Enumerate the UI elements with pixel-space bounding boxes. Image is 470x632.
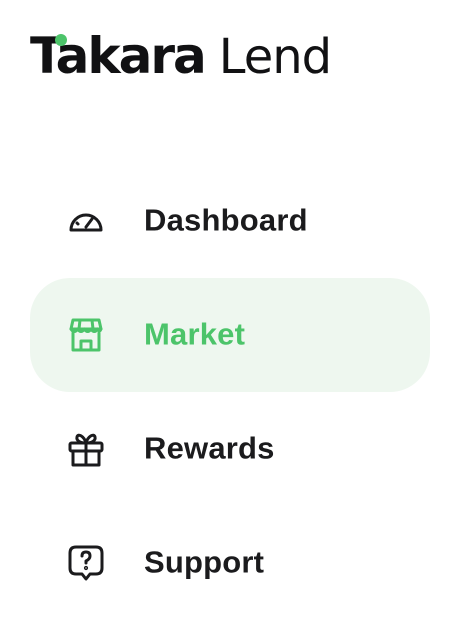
- brand-name: Takara: [30, 27, 207, 85]
- storefront-icon: [66, 315, 106, 355]
- nav-label-support: Support: [144, 544, 265, 580]
- brand-accent-dot: [55, 34, 67, 46]
- nav-item-dashboard[interactable]: Dashboard: [30, 164, 430, 278]
- nav-item-rewards[interactable]: Rewards: [30, 392, 430, 506]
- product-name: Lend: [218, 29, 332, 85]
- nav-label-dashboard: Dashboard: [144, 202, 308, 238]
- gauge-icon: [66, 201, 106, 241]
- nav-label-market: Market: [144, 316, 246, 352]
- gift-icon: [66, 429, 106, 469]
- app-logo[interactable]: Takara Lend: [30, 24, 332, 88]
- nav-item-market[interactable]: Market: [30, 278, 430, 392]
- question-bubble-icon: [66, 543, 106, 583]
- nav-label-rewards: Rewards: [144, 430, 275, 466]
- nav-item-support[interactable]: Support: [30, 506, 430, 620]
- sidebar-nav: Dashboard Market Rewards Support: [30, 164, 430, 620]
